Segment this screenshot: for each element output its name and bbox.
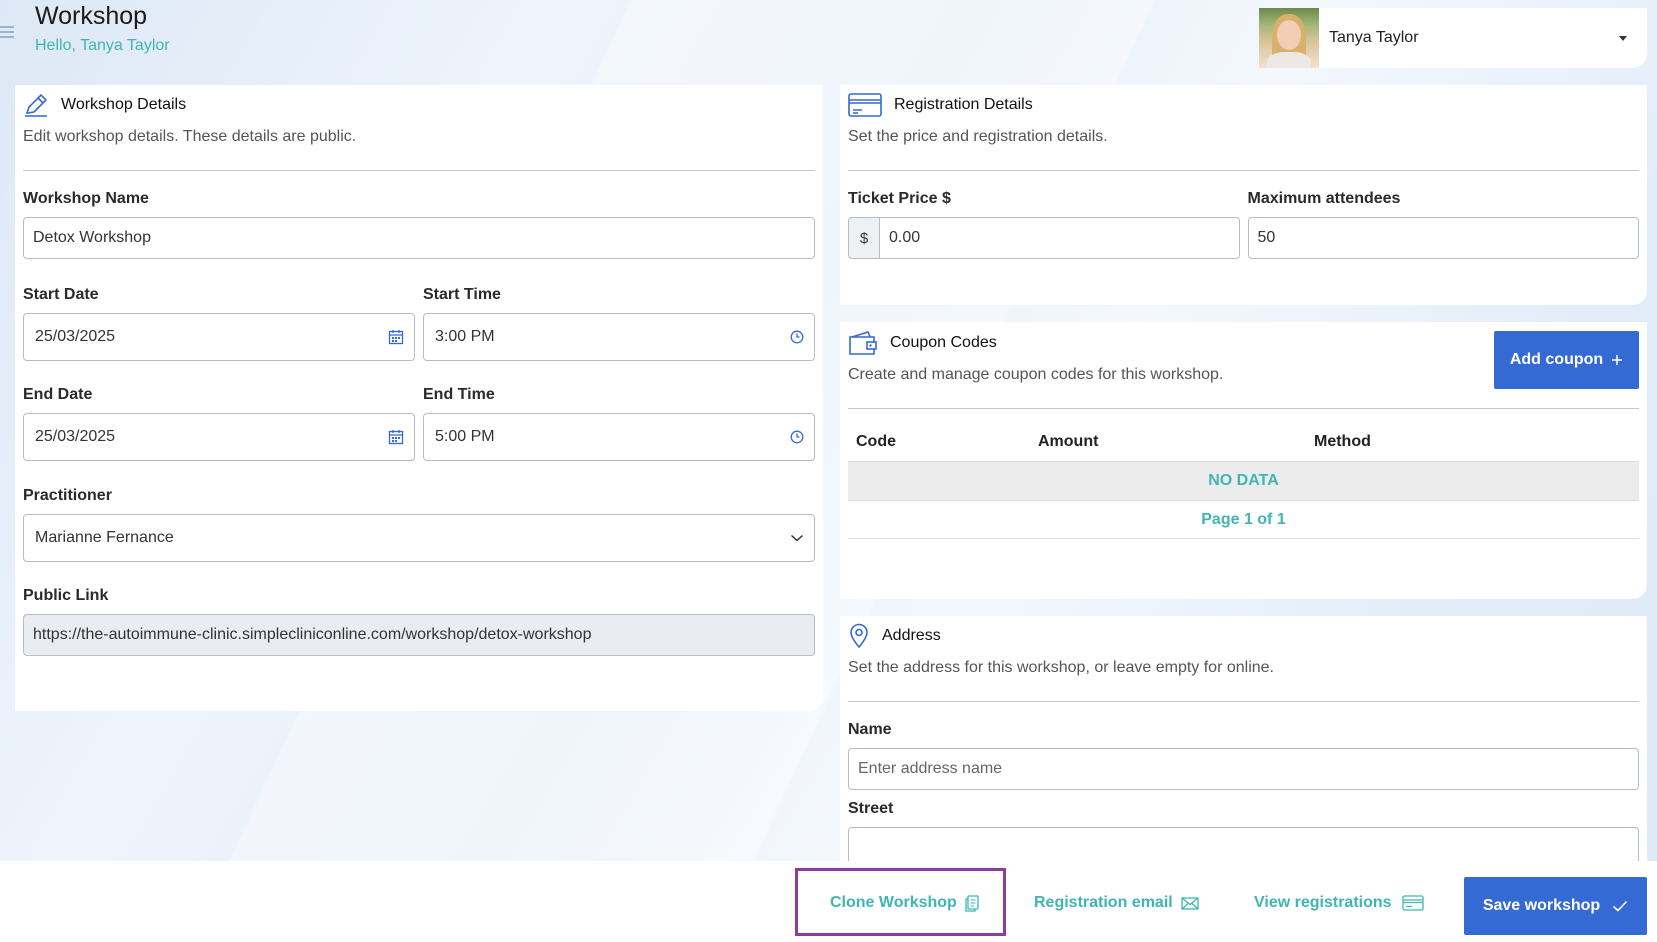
column-header-amount[interactable]: Amount — [1038, 433, 1314, 451]
clone-workshop-highlight — [795, 868, 1006, 936]
user-menu[interactable]: Tanya Taylor — [1259, 8, 1647, 68]
checkmark-icon — [1613, 900, 1628, 912]
registration-email-button[interactable]: Registration email — [1034, 894, 1199, 912]
registration-details-title: Registration Details — [894, 96, 1033, 113]
column-header-method[interactable]: Method — [1314, 433, 1371, 451]
map-pin-icon — [850, 623, 868, 649]
public-link-field[interactable]: https://the-autoimmune-clinic.simpleclin… — [23, 614, 815, 656]
address-name-label: Name — [848, 721, 892, 738]
currency-prefix: $ — [848, 217, 880, 259]
end-date-value: 25/03/2025 — [35, 428, 116, 445]
clock-icon[interactable] — [790, 330, 804, 344]
hamburger-menu-icon[interactable] — [0, 26, 14, 40]
add-coupon-button[interactable]: Add coupon — [1494, 331, 1639, 389]
max-attendees-input[interactable]: 50 — [1247, 217, 1639, 259]
end-time-input[interactable]: 5:00 PM — [423, 413, 815, 461]
view-registrations-label: View registrations — [1254, 894, 1392, 911]
workshop-details-card: Workshop Details Edit workshop details. … — [15, 85, 823, 711]
calendar-icon[interactable] — [388, 429, 404, 445]
max-attendees-value: 50 — [1257, 229, 1276, 246]
pencil-icon — [25, 93, 48, 117]
caret-down-icon[interactable] — [1619, 35, 1627, 41]
coupon-codes-title: Coupon Codes — [890, 334, 997, 351]
plus-icon — [1612, 355, 1623, 365]
address-subtitle: Set the address for this workshop, or le… — [848, 659, 1274, 676]
start-date-label: Start Date — [23, 286, 99, 303]
end-date-label: End Date — [23, 386, 93, 403]
public-link-value: https://the-autoimmune-clinic.simpleclin… — [33, 626, 592, 643]
practitioner-select[interactable]: Marianne Fernance — [23, 514, 815, 562]
save-workshop-button[interactable]: Save workshop — [1464, 877, 1647, 935]
avatar — [1259, 8, 1319, 68]
workshop-name-value: Detox Workshop — [33, 229, 151, 246]
start-date-input[interactable]: 25/03/2025 — [23, 313, 415, 361]
workshop-details-subtitle: Edit workshop details. These details are… — [23, 128, 357, 145]
credit-card-icon — [1401, 895, 1424, 911]
street-label: Street — [848, 800, 894, 817]
address-card: Address Set the address for this worksho… — [840, 616, 1647, 869]
registration-details-card: Registration Details Set the price and r… — [840, 85, 1647, 305]
start-date-value: 25/03/2025 — [35, 328, 116, 345]
public-link-label: Public Link — [23, 587, 109, 604]
page-title: Workshop — [35, 2, 148, 30]
ticket-price-input[interactable]: 0.00 — [880, 217, 1240, 259]
coupon-table-header: Code Amount Method — [848, 423, 1639, 461]
add-coupon-label: Add coupon — [1509, 351, 1604, 368]
column-header-code[interactable]: Code — [848, 433, 1038, 451]
registration-email-label: Registration email — [1034, 894, 1173, 911]
practitioner-label: Practitioner — [23, 487, 112, 504]
workshop-details-title: Workshop Details — [61, 96, 187, 113]
chevron-down-icon — [790, 534, 804, 542]
user-name: Tanya Taylor — [1329, 29, 1419, 46]
end-date-input[interactable]: 25/03/2025 — [23, 413, 415, 461]
end-time-label: End Time — [423, 386, 495, 403]
workshop-name-input[interactable]: Detox Workshop — [23, 217, 815, 259]
workshop-name-label: Workshop Name — [23, 190, 149, 207]
ticket-price-value: 0.00 — [889, 229, 921, 246]
credit-card-icon — [848, 93, 882, 117]
greeting-text: Hello, Tanya Taylor — [35, 37, 170, 54]
envelope-icon — [1181, 896, 1199, 910]
max-attendees-label: Maximum attendees — [1247, 190, 1401, 207]
pagination-text: Page 1 of 1 — [848, 501, 1639, 539]
address-name-placeholder: Enter address name — [858, 760, 1003, 777]
calendar-icon[interactable] — [388, 329, 404, 345]
start-time-label: Start Time — [423, 286, 501, 303]
start-time-value: 3:00 PM — [435, 328, 495, 345]
ticket-price-label: Ticket Price $ — [848, 190, 951, 207]
view-registrations-button[interactable]: View registrations — [1254, 894, 1424, 912]
practitioner-value: Marianne Fernance — [35, 529, 174, 546]
wallet-icon — [849, 331, 877, 355]
clock-icon[interactable] — [790, 430, 804, 444]
save-workshop-label: Save workshop — [1482, 897, 1601, 914]
end-time-value: 5:00 PM — [435, 428, 495, 445]
start-time-input[interactable]: 3:00 PM — [423, 313, 815, 361]
registration-details-subtitle: Set the price and registration details. — [848, 128, 1108, 145]
address-name-input[interactable]: Enter address name — [848, 748, 1639, 790]
address-title: Address — [882, 627, 941, 644]
no-data-row: NO DATA — [848, 461, 1639, 501]
